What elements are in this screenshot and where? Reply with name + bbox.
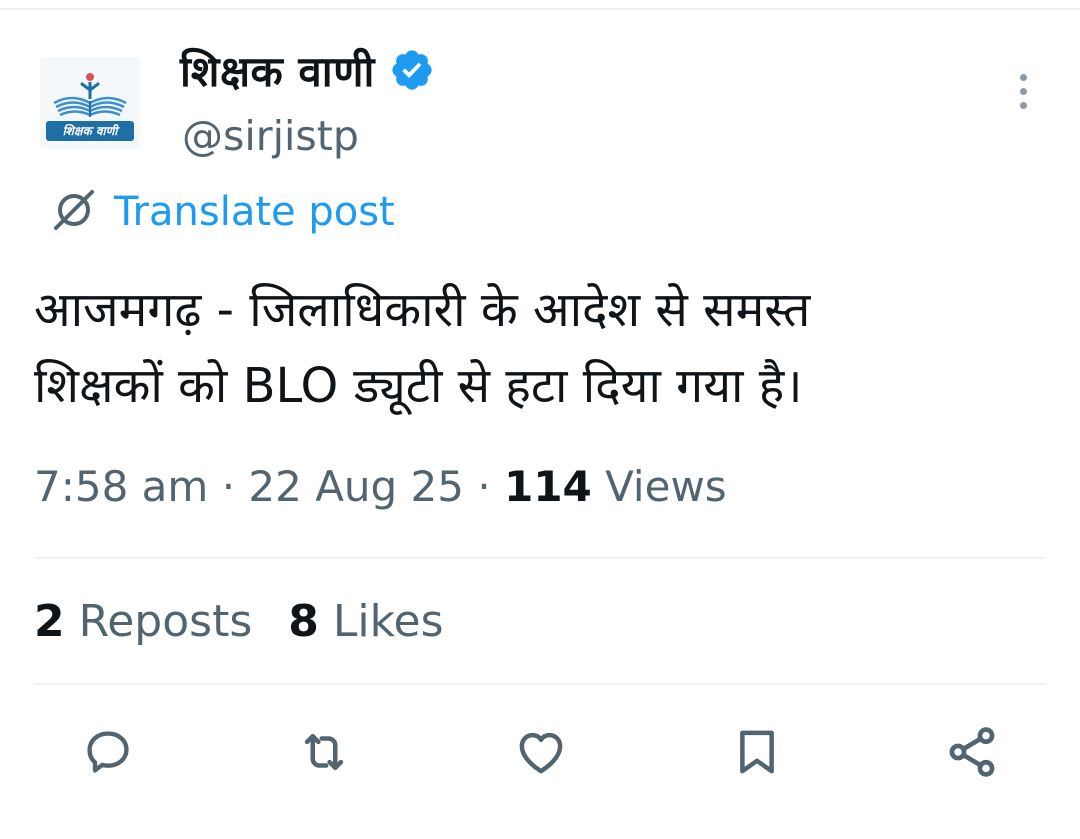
- author-name-row[interactable]: शिक्षक वाणी: [180, 38, 435, 102]
- engagement-stats: 2 Reposts 8 Likes: [34, 596, 444, 647]
- likes-count: 8: [288, 596, 319, 647]
- translate-label[interactable]: Translate post: [114, 189, 395, 235]
- avatar[interactable]: शिक्षक वाणी: [40, 57, 140, 149]
- divider: [34, 557, 1046, 559]
- more-dot: [1019, 73, 1027, 81]
- meta-separator: ·: [221, 462, 236, 511]
- like-icon[interactable]: [511, 722, 571, 782]
- reposts-count: 2: [34, 596, 65, 647]
- bookmark-icon[interactable]: [727, 722, 787, 782]
- post-line-2: शिक्षकों को BLO ड्यूटी से हटा दिया गया ह…: [34, 358, 803, 414]
- translate-globe-icon: [48, 184, 100, 240]
- verified-badge-icon[interactable]: [389, 47, 435, 93]
- post-meta: 7:58 am · 22 Aug 25 · 114 Views: [34, 462, 727, 511]
- avatar-text: शिक्षक वाणी: [62, 124, 118, 138]
- likes-stat[interactable]: 8 Likes: [288, 596, 443, 647]
- post-date[interactable]: 22 Aug 25: [248, 462, 464, 511]
- post-time[interactable]: 7:58 am: [34, 462, 208, 511]
- top-divider: [0, 8, 1080, 10]
- reply-icon[interactable]: [78, 722, 138, 782]
- views-count: 114: [504, 462, 592, 511]
- divider: [34, 683, 1046, 685]
- more-dot: [1019, 101, 1027, 109]
- share-icon[interactable]: [942, 722, 1002, 782]
- likes-label: Likes: [332, 596, 444, 647]
- views-label: Views: [605, 462, 727, 511]
- post-line-1: आजमगढ़ - जिलाधिकारी के आदेश से समस्त: [34, 282, 811, 338]
- author-handle[interactable]: @sirjistp: [182, 112, 359, 160]
- translate-post-link[interactable]: Translate post: [48, 184, 395, 240]
- more-dot: [1019, 87, 1027, 95]
- display-name[interactable]: शिक्षक वाणी: [180, 42, 375, 99]
- reposts-stat[interactable]: 2 Reposts: [34, 596, 252, 647]
- reposts-label: Reposts: [78, 596, 253, 647]
- more-options-icon[interactable]: [1005, 66, 1041, 116]
- post-text: आजमगढ़ - जिलाधिकारी के आदेश से समस्त शिक…: [34, 272, 1044, 424]
- meta-separator: ·: [477, 462, 491, 511]
- repost-icon[interactable]: [294, 722, 354, 782]
